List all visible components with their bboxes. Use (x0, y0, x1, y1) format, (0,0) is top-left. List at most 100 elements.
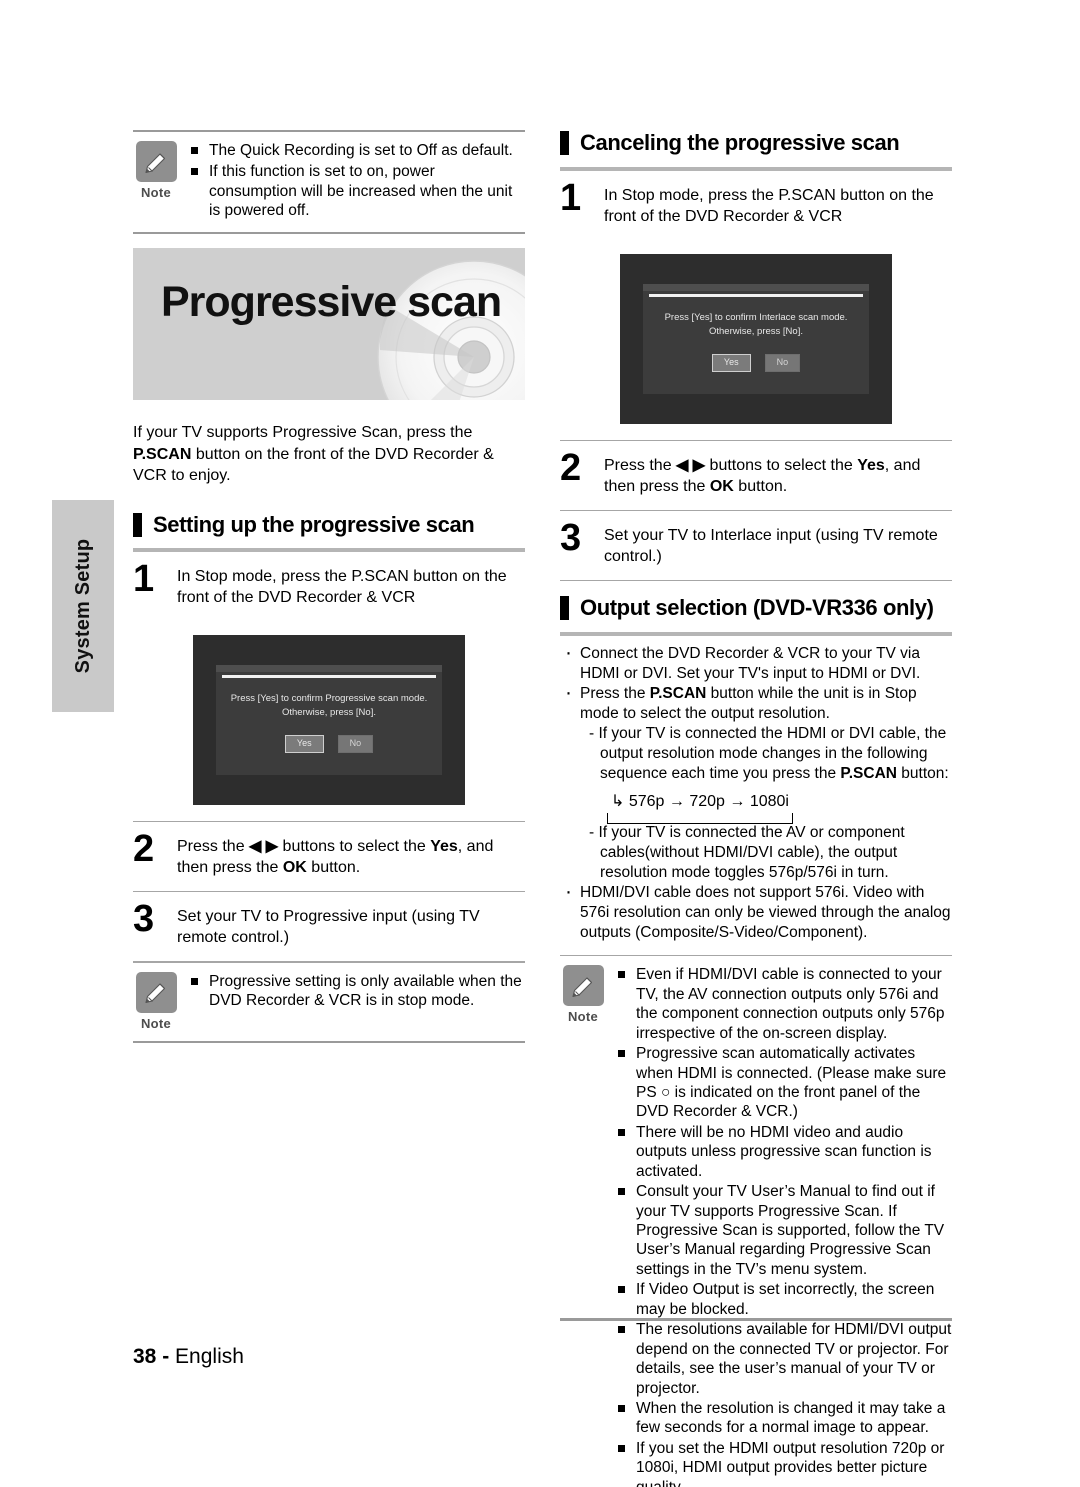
tv-dialog-message-line2: Otherwise, press [No]. (282, 707, 376, 719)
note-item: There will be no HDMI video and audio ou… (614, 1123, 952, 1181)
step-number: 1 (560, 177, 581, 219)
tv-dialog-buttons: Yes No (643, 354, 869, 372)
sub-dash-post: button: (896, 765, 949, 783)
note-item: If this function is set to on, power con… (187, 162, 525, 221)
step-2: 2 Press the ◀ ▶ buttons to select the Ye… (560, 441, 952, 510)
note-item: When the resolution is changed it may ta… (614, 1399, 952, 1438)
sequence-text: ↳ 576p → 720p → 1080i (607, 792, 793, 813)
tv-dialog: Press [Yes] to confirm Progressive scan … (216, 664, 442, 775)
note-badge: Note (133, 141, 179, 200)
note-label: Note (140, 185, 172, 200)
note-pencil-icon (135, 971, 177, 1013)
step-text: Press the ◀ ▶ buttons to select the Yes,… (177, 833, 525, 879)
step-number: 3 (133, 898, 154, 941)
note-pencil-icon (562, 965, 604, 1007)
tv-dialog-message: Press [Yes] to confirm Interlace scan mo… (643, 297, 869, 340)
page-number: 38 (133, 1345, 157, 1368)
tv-yes-button[interactable]: Yes (711, 354, 751, 372)
side-tab-system-setup: System Setup (52, 500, 114, 712)
note-badge: Note (560, 965, 606, 1024)
bold-ok: OK (282, 859, 307, 877)
note-box-quick-recording: Note The Quick Recording is set to Off a… (133, 132, 525, 232)
page-footer: 38 - English (133, 1345, 244, 1369)
note-label: Note (567, 1009, 599, 1025)
note-item-list: The Quick Recording is set to Off as def… (187, 141, 525, 222)
tv-dialog-message-line2: Otherwise, press [No]. (709, 326, 803, 338)
right-column: Canceling the progressive scan 1 In Stop… (560, 130, 952, 1487)
bold-pscan: P.SCAN (840, 765, 897, 783)
section-heading-text: Canceling the progressive scan (580, 130, 900, 155)
step-text: Press the ◀ ▶ buttons to select the Yes,… (604, 452, 952, 498)
section-heading-output-selection: Output selection (DVD-VR336 only) (560, 595, 952, 621)
note-item-list: Progressive setting is only available wh… (187, 972, 525, 1013)
arrow-keys-icon: ◀ ▶ (249, 838, 279, 856)
step-1: 1 In Stop mode, press the P.SCAN button … (560, 171, 952, 240)
tv-no-button[interactable]: No (764, 354, 801, 372)
sub-dash-item: - If your TV is connected the AV or comp… (589, 823, 905, 881)
tv-dialog-titlebar (643, 283, 869, 291)
footer-divider (560, 1318, 952, 1321)
tv-screen-progressive-confirm: Press [Yes] to confirm Progressive scan … (193, 634, 465, 805)
arrow-keys-icon: ◀ ▶ (676, 457, 706, 475)
step-text-post: button. (306, 859, 361, 877)
heading-bar (560, 596, 569, 621)
step-text-mid: buttons to select the (278, 838, 431, 856)
note-item: The resolutions available for HDMI/DVI o… (614, 1320, 952, 1398)
footer-language: English (175, 1345, 244, 1368)
step-number: 3 (560, 517, 581, 560)
section-heading-setting-up: Setting up the progressive scan (133, 512, 525, 538)
note-label: Note (140, 1015, 172, 1031)
step-text: In Stop mode, press the P.SCAN button on… (604, 187, 934, 225)
note-pencil-icon (135, 141, 177, 182)
note-item: If Video Output is set incorrectly, the … (614, 1280, 952, 1319)
step-text-mid: buttons to select the (705, 457, 858, 475)
chapter-banner: Progressive scan (133, 248, 525, 401)
left-column: Note The Quick Recording is set to Off a… (133, 130, 525, 1043)
divider (133, 1040, 525, 1043)
bold-pscan: P.SCAN (649, 685, 707, 703)
intro-bold-pscan: P.SCAN (133, 445, 192, 463)
divider (133, 232, 525, 235)
bullet-item: Connect the DVD Recorder & VCR to your T… (560, 639, 952, 684)
note-box-hdmi: Note Even if HDMI/DVI cable is connected… (560, 956, 952, 1487)
step-text: In Stop mode, press the P.SCAN button on… (177, 568, 507, 606)
section-heading-text: Output selection (DVD-VR336 only) (580, 595, 934, 621)
bullet-text-pre: Press the (580, 685, 650, 703)
section-heading-canceling: Canceling the progressive scan (560, 130, 952, 156)
tv-dialog: Press [Yes] to confirm Interlace scan mo… (643, 283, 869, 394)
note-item: Consult your TV User’s Manual to find ou… (614, 1182, 952, 1279)
manual-page: System Setup Note The Quick Recording is… (0, 0, 1080, 1487)
step-2: 2 Press the ◀ ▶ buttons to select the Ye… (133, 822, 525, 891)
bold-ok: OK (709, 478, 734, 496)
chapter-title: Progressive scan (161, 278, 502, 327)
bold-yes: Yes (430, 838, 458, 856)
note-item: Even if HDMI/DVI cable is connected to y… (614, 965, 952, 1043)
step-3: 3 Set your TV to Progressive input (usin… (133, 892, 525, 961)
dvd-disc-icon (377, 260, 525, 401)
step-number: 2 (560, 447, 581, 490)
side-tab-label: System Setup (71, 538, 94, 674)
tv-dialog-titlebar (216, 664, 442, 672)
step-text-post: button. (733, 478, 788, 496)
step-number: 2 (133, 828, 154, 871)
divider (560, 579, 952, 582)
step-text-pre: Press the (604, 457, 677, 475)
tv-no-button[interactable]: No (337, 735, 374, 753)
tv-dialog-message-line1: Press [Yes] to confirm Interlace scan mo… (664, 311, 848, 323)
note-item: Progressive scan automatically activates… (614, 1044, 952, 1122)
note-item: If you set the HDMI output resolution 72… (614, 1439, 952, 1487)
intro-paragraph: If your TV supports Progressive Scan, pr… (133, 422, 525, 486)
output-selection-bullets: Connect the DVD Recorder & VCR to your T… (560, 639, 952, 942)
heading-bar (133, 513, 142, 538)
step-text: Set your TV to Progressive input (using … (177, 908, 480, 947)
note-box-progressive-setting: Note Progressive setting is only availab… (133, 963, 525, 1041)
tv-yes-button[interactable]: Yes (284, 735, 324, 753)
tv-screen-interlace-confirm: Press [Yes] to confirm Interlace scan mo… (620, 253, 892, 424)
step-1: 1 In Stop mode, press the P.SCAN button … (133, 552, 525, 621)
step-3: 3 Set your TV to Interlace input (using … (560, 511, 952, 580)
note-item: Progressive setting is only available wh… (187, 972, 525, 1012)
tv-dialog-message-line1: Press [Yes] to confirm Progressive scan … (230, 692, 428, 704)
heading-bar (560, 131, 569, 155)
step-text: Set your TV to Interlace input (using TV… (604, 527, 938, 566)
bullet-item: Press the P.SCAN button while the unit i… (560, 679, 952, 883)
